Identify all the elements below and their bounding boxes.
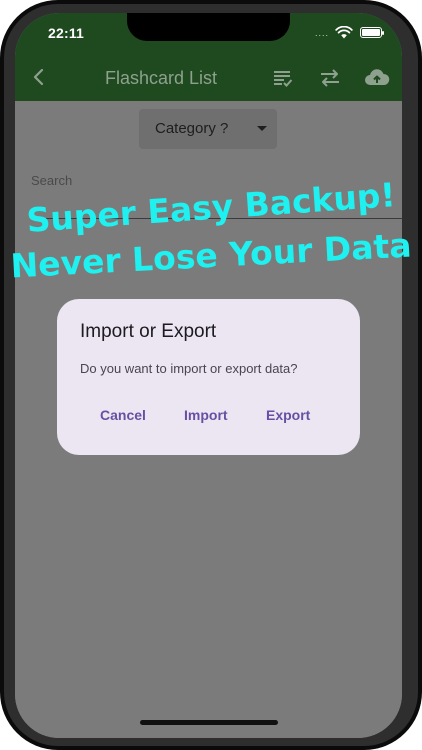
category-dropdown-label: Category ? [155, 120, 229, 137]
category-dropdown[interactable]: Category ? [139, 109, 277, 149]
cancel-button[interactable]: Cancel [100, 407, 146, 423]
checklist-icon[interactable] [271, 66, 295, 90]
import-export-dialog: Import or Export Do you want to import o… [57, 299, 360, 455]
back-arrow-icon[interactable] [27, 65, 51, 89]
phone-mockup: 22:11 .... Flashcard List Category ? Sea… [0, 0, 422, 750]
home-indicator[interactable] [140, 720, 278, 725]
battery-icon [360, 27, 384, 38]
camera-notch [127, 13, 290, 41]
import-button[interactable]: Import [184, 407, 228, 423]
search-input[interactable]: Search [31, 173, 72, 188]
signal-dots: .... [315, 28, 330, 38]
app-bar: Flashcard List [15, 57, 402, 101]
cloud-upload-icon[interactable] [364, 66, 390, 90]
dialog-message: Do you want to import or export data? [80, 361, 298, 376]
swap-arrows-icon[interactable] [318, 66, 342, 90]
dropdown-arrow-icon [257, 126, 267, 131]
status-time: 22:11 [48, 25, 85, 41]
export-button[interactable]: Export [266, 407, 310, 423]
wifi-icon [335, 26, 353, 39]
dialog-title: Import or Export [80, 321, 217, 342]
page-title: Flashcard List [105, 68, 218, 88]
